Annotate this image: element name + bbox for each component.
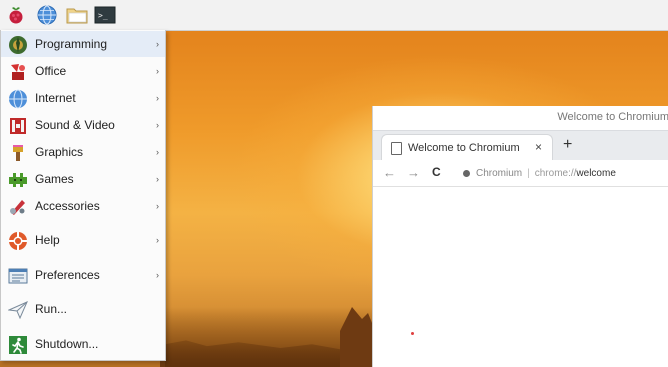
tab-strip: Welcome to Chromium × + xyxy=(373,130,668,162)
menu-item-label: Sound & Video xyxy=(35,118,115,132)
shutdown-icon xyxy=(7,334,29,356)
menu-item-help[interactable]: Help › xyxy=(1,227,165,253)
menu-item-internet[interactable]: Internet › xyxy=(1,85,165,111)
tab-welcome[interactable]: Welcome to Chromium × xyxy=(381,134,553,162)
programming-icon xyxy=(7,34,29,56)
menu-item-label: Internet xyxy=(35,91,76,105)
submenu-arrow-icon: › xyxy=(156,120,159,130)
terminal-icon[interactable]: >_ xyxy=(94,4,116,26)
menu-item-label: Preferences xyxy=(35,268,100,282)
window-title: Welcome to Chromium xyxy=(557,111,668,123)
start-menu: Programming › Office › Internet › Sound … xyxy=(0,30,166,361)
forward-button[interactable]: → xyxy=(407,165,420,180)
submenu-arrow-icon: › xyxy=(156,66,159,76)
page-icon xyxy=(391,142,402,155)
browser-toolbar: ← → C Chromium | chrome:// welcome xyxy=(373,160,668,187)
menu-item-label: Games xyxy=(35,172,74,186)
menu-item-shutdown[interactable]: Shutdown... xyxy=(1,331,165,357)
menu-item-run[interactable]: Run... xyxy=(1,296,165,322)
omnibox-separator: | xyxy=(527,167,530,179)
menu-item-graphics[interactable]: Graphics › xyxy=(1,139,165,165)
chromium-window: Welcome to Chromium Welcome to Chromium … xyxy=(372,106,668,367)
menu-item-label: Run... xyxy=(35,302,68,316)
reload-button[interactable]: C xyxy=(432,165,441,179)
content-loading-dot xyxy=(411,332,414,335)
games-icon xyxy=(7,169,29,191)
menu-item-games[interactable]: Games › xyxy=(1,166,165,192)
new-tab-button[interactable]: + xyxy=(563,136,572,154)
internet-icon xyxy=(7,88,29,110)
window-titlebar[interactable]: Welcome to Chromium xyxy=(373,106,668,130)
accessories-icon xyxy=(7,196,29,218)
top-panel: >_ xyxy=(0,0,668,31)
sound-video-icon xyxy=(7,115,29,137)
omnibox-path: welcome xyxy=(576,167,616,179)
graphics-icon xyxy=(7,142,29,164)
menu-item-label: Office xyxy=(35,64,67,78)
menu-item-label: Shutdown... xyxy=(35,337,99,351)
submenu-arrow-icon: › xyxy=(156,174,159,184)
menu-item-office[interactable]: Office › xyxy=(1,58,165,84)
submenu-arrow-icon: › xyxy=(156,201,159,211)
globe-icon[interactable] xyxy=(36,4,58,26)
close-icon[interactable]: × xyxy=(535,140,542,154)
menu-item-label: Help xyxy=(35,233,60,247)
omnibox-scheme: chrome:// xyxy=(534,167,577,179)
omnibox[interactable]: Chromium | chrome:// welcome xyxy=(457,164,668,182)
menu-item-label: Programming xyxy=(35,37,108,51)
menu-item-sound-video[interactable]: Sound & Video › xyxy=(1,112,165,138)
submenu-arrow-icon: › xyxy=(156,39,159,49)
office-icon xyxy=(7,61,29,83)
submenu-arrow-icon: › xyxy=(156,93,159,103)
raspberry-icon[interactable] xyxy=(5,4,27,26)
folder-icon[interactable] xyxy=(66,4,88,26)
terminal-glyph: >_ xyxy=(98,11,108,20)
menu-item-programming[interactable]: Programming › xyxy=(1,31,165,57)
menu-item-accessories[interactable]: Accessories › xyxy=(1,193,165,219)
tab-title: Welcome to Chromium xyxy=(408,142,520,154)
submenu-arrow-icon: › xyxy=(156,147,159,157)
menu-item-label: Accessories xyxy=(35,199,100,213)
help-icon xyxy=(7,230,29,252)
menu-item-preferences[interactable]: Preferences › xyxy=(1,262,165,288)
menu-item-label: Graphics xyxy=(35,145,84,159)
back-button[interactable]: ← xyxy=(383,165,396,180)
preferences-icon xyxy=(7,265,29,287)
site-info-icon[interactable] xyxy=(463,169,470,177)
run-icon xyxy=(7,299,29,321)
submenu-arrow-icon: › xyxy=(156,235,159,245)
omnibox-site: Chromium xyxy=(476,167,523,179)
submenu-arrow-icon: › xyxy=(156,270,159,280)
